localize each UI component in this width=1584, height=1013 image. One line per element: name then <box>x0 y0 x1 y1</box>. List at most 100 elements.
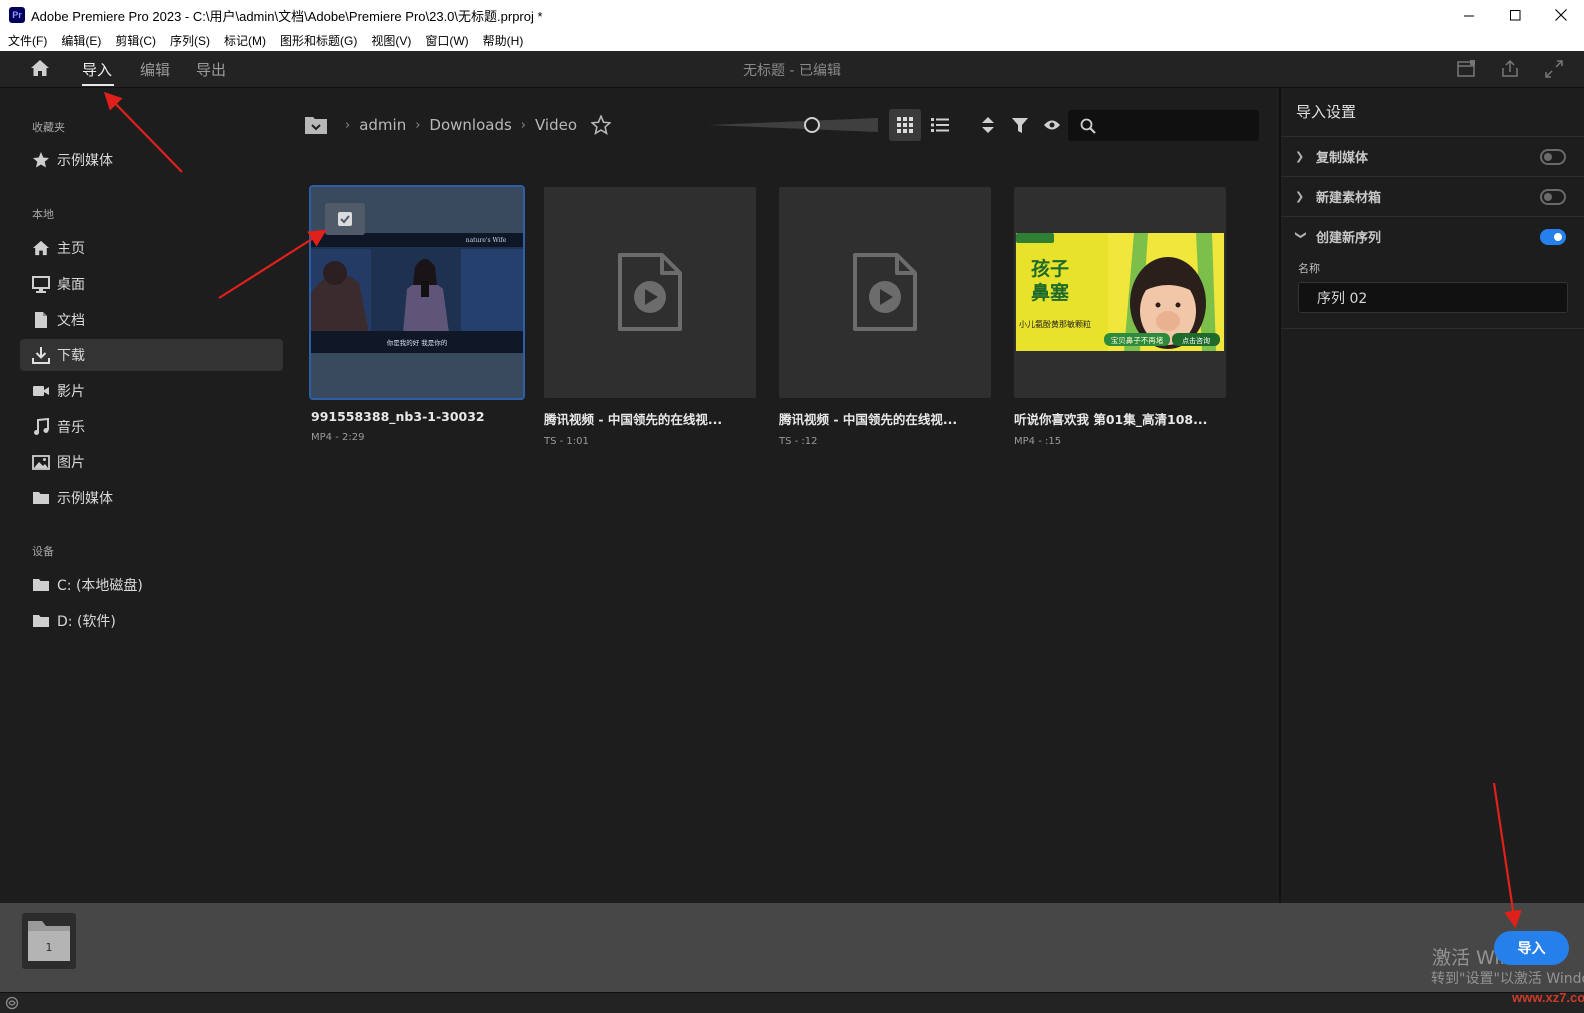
svg-text:点击咨询: 点击咨询 <box>1182 336 1210 345</box>
sidebar-item-pictures[interactable]: 图片 <box>20 446 283 478</box>
media-file-name: 991558388_nb3-1-30032 <box>311 409 485 424</box>
menu-graphics[interactable]: 图形和标题(G) <box>273 32 364 49</box>
sidebar-item-sample-media-fav[interactable]: 示例媒体 <box>20 144 283 176</box>
media-file-meta: TS - :12 <box>779 436 818 447</box>
search-input[interactable] <box>1102 114 1252 137</box>
media-card[interactable]: nature's Wife 你是我的好 我是你的 991558388_nb3-1… <box>309 185 525 443</box>
media-card[interactable]: 腾讯视频 - 中国领先的在线视... TS - :12 <box>779 187 991 447</box>
folder-icon <box>31 575 51 595</box>
workspace-panel-icon <box>1457 60 1475 77</box>
menu-edit[interactable]: 编辑(E) <box>54 32 108 49</box>
breadcrumb-video[interactable]: Video <box>535 116 577 134</box>
setting-create-sequence[interactable]: ❯ 创建新序列 <box>1281 216 1584 256</box>
setting-copy-media[interactable]: ❯ 复制媒体 <box>1281 136 1584 176</box>
selected-items-stack[interactable]: 1 <box>22 913 76 969</box>
sidebar-item-downloads[interactable]: 下载 <box>20 339 283 371</box>
setting-new-bin[interactable]: ❯ 新建素材箱 <box>1281 176 1584 216</box>
svg-text:鼻塞: 鼻塞 <box>1031 281 1070 304</box>
favorite-star-button[interactable] <box>591 115 612 135</box>
create-sequence-toggle[interactable] <box>1540 229 1566 245</box>
project-title: 无标题 - 已编辑 <box>743 63 841 79</box>
minimize-button[interactable] <box>1446 0 1492 30</box>
eye-icon <box>1044 120 1060 130</box>
folder-browse-button[interactable] <box>304 115 328 135</box>
divider <box>1281 328 1584 329</box>
menu-markers[interactable]: 标记(M) <box>217 32 273 49</box>
setting-label: 复制媒体 <box>1316 151 1369 166</box>
grid-view-button[interactable] <box>889 109 921 141</box>
filter-button[interactable] <box>1009 114 1031 136</box>
svg-text:nature's Wife: nature's Wife <box>466 237 507 244</box>
import-button[interactable]: 导入 <box>1494 931 1569 965</box>
chevron-down-icon: ❯ <box>1294 230 1308 240</box>
sidebar-item-music[interactable]: 音乐 <box>20 411 283 443</box>
media-card[interactable]: 腾讯视频 - 中国领先的在线视... TS - 1:01 <box>544 187 756 447</box>
folder-icon <box>31 611 51 631</box>
filter-icon <box>1012 117 1028 133</box>
breadcrumb-separator: › <box>520 117 526 133</box>
minimize-icon <box>1463 15 1474 16</box>
svg-text:1: 1 <box>46 941 53 954</box>
new-bin-toggle[interactable] <box>1540 189 1566 205</box>
folder-icon <box>31 488 51 508</box>
window-title: Adobe Premiere Pro 2023 - C:\用户\admin\文档… <box>31 8 543 24</box>
sidebar-item-label: C: (本地磁盘) <box>57 578 143 594</box>
media-file-name: 听说你喜欢我 第01集_高清108... <box>1014 412 1208 427</box>
chevron-right-icon: ❯ <box>1295 190 1305 203</box>
sidebar-item-movies[interactable]: 影片 <box>20 375 283 407</box>
window-title-bar: Pr Adobe Premiere Pro 2023 - C:\用户\admin… <box>0 0 1584 30</box>
breadcrumb-admin[interactable]: admin <box>359 116 406 134</box>
media-thumbnail: nature's Wife 你是我的好 我是你的 <box>309 185 525 400</box>
breadcrumb-separator: › <box>345 117 351 133</box>
menu-file[interactable]: 文件(F) <box>0 32 54 49</box>
search-box <box>1068 110 1259 141</box>
grid-icon <box>897 117 913 133</box>
preview-toggle-button[interactable] <box>1041 114 1063 136</box>
folder-stack-icon: 1 <box>28 921 70 961</box>
media-file-meta: MP4 - :15 <box>1014 436 1062 447</box>
menu-clip[interactable]: 剪辑(C) <box>108 32 163 49</box>
menu-view[interactable]: 视图(V) <box>364 32 418 49</box>
fullscreen-button[interactable] <box>1545 60 1565 78</box>
sort-button[interactable] <box>977 114 999 136</box>
media-file-name: 腾讯视频 - 中国领先的在线视... <box>779 412 958 427</box>
video-file-icon <box>853 253 917 331</box>
close-button[interactable] <box>1538 0 1584 30</box>
workspace-header: 导入 编辑 导出 无标题 - 已编辑 <box>0 51 1584 88</box>
expand-icon <box>1545 60 1563 78</box>
sidebar-item-documents[interactable]: 文档 <box>20 304 283 336</box>
menu-help[interactable]: 帮助(H) <box>476 32 531 49</box>
thumbnail-size-slider[interactable] <box>708 117 878 133</box>
maximize-button[interactable] <box>1492 0 1538 30</box>
workspaces-button[interactable] <box>1457 60 1477 78</box>
sidebar-item-drive-d[interactable]: D: (软件) <box>20 605 283 637</box>
video-camera-icon <box>31 381 51 401</box>
active-tab-indicator <box>82 84 114 86</box>
svg-text:小儿氨酚黄那敏颗粒: 小儿氨酚黄那敏颗粒 <box>1019 319 1091 329</box>
menu-sequence[interactable]: 序列(S) <box>163 32 217 49</box>
sidebar-item-desktop[interactable]: 桌面 <box>20 268 283 300</box>
star-outline-icon <box>591 115 612 135</box>
share-button[interactable] <box>1500 59 1520 78</box>
copy-media-toggle[interactable] <box>1540 149 1566 165</box>
breadcrumb-downloads[interactable]: Downloads <box>429 116 511 134</box>
maximize-icon <box>1509 9 1520 20</box>
media-card[interactable]: 孩子 鼻塞 小儿氨酚黄那敏颗粒 宝贝鼻子不再堵 点击咨询 听说你喜欢我 第01集… <box>1014 187 1226 447</box>
sidebar-item-home[interactable]: 主页 <box>20 232 283 264</box>
video-frame-thumbnail: nature's Wife 你是我的好 我是你的 <box>311 233 523 353</box>
ad-frame-thumbnail: 孩子 鼻塞 小儿氨酚黄那敏颗粒 宝贝鼻子不再堵 点击咨询 <box>1016 233 1224 351</box>
breadcrumb-separator: › <box>415 117 421 133</box>
search-icon <box>1080 118 1096 134</box>
section-local: 本地 <box>32 208 54 221</box>
star-icon <box>31 150 51 170</box>
sidebar-item-drive-c[interactable]: C: (本地磁盘) <box>20 569 283 601</box>
menu-window[interactable]: 窗口(W) <box>418 32 475 49</box>
sidebar-item-label: 图片 <box>57 455 85 471</box>
list-view-button[interactable] <box>924 109 956 141</box>
selection-tray: 1 <box>0 903 1584 992</box>
sidebar-item-sample-media[interactable]: 示例媒体 <box>20 482 283 514</box>
select-checkbox[interactable] <box>325 203 365 235</box>
setting-label: 创建新序列 <box>1316 231 1382 246</box>
sequence-name-field[interactable] <box>1298 282 1568 313</box>
image-icon <box>31 452 51 472</box>
